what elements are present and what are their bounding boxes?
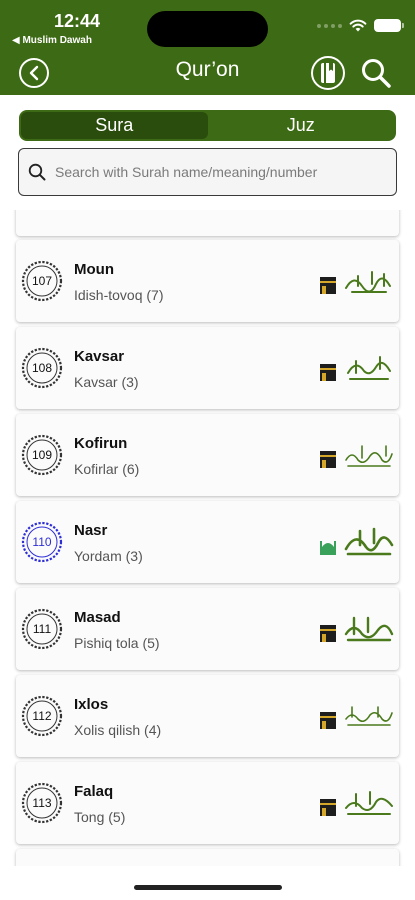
surah-name: Kavsar — [74, 348, 125, 365]
arabic-calligraphy-icon — [342, 525, 396, 559]
search-input[interactable]: Search with Surah name/meaning/number — [18, 148, 397, 196]
surah-name: Moun — [74, 261, 114, 278]
bookmark-button[interactable] — [311, 56, 345, 90]
surah-number-badge: 107 — [21, 260, 63, 302]
battery-icon — [374, 19, 404, 32]
back-to-app-link[interactable]: ◀ Muslim Dawah — [12, 35, 92, 46]
kaaba-icon — [320, 364, 336, 381]
surah-number-badge: 111 — [21, 608, 63, 650]
surah-name: Ixlos — [74, 696, 109, 713]
surah-row[interactable]: 112 Ixlos Xolis qilish (4) — [16, 675, 399, 757]
list-item-partial[interactable] — [16, 849, 399, 866]
mosque-icon — [320, 541, 336, 555]
surah-meaning: Pishiq tola (5) — [74, 635, 160, 651]
kaaba-icon — [320, 277, 336, 294]
page-title: Qur’on — [175, 58, 240, 81]
kaaba-icon — [320, 625, 336, 642]
surah-number: 113 — [32, 796, 52, 810]
search-field-icon — [27, 162, 47, 182]
surah-number: 107 — [31, 274, 53, 288]
surah-number: 112 — [32, 709, 52, 723]
surah-list[interactable]: 107 Moun Idish-tovoq (7) 108 Kavsar Kavs… — [0, 210, 415, 866]
arabic-calligraphy-icon — [342, 612, 396, 646]
sura-juz-tabs: Sura Juz — [19, 110, 396, 141]
surah-name: Masad — [74, 609, 121, 626]
tab-juz[interactable]: Juz — [208, 112, 395, 139]
status-indicators — [317, 19, 404, 32]
book-icon — [321, 63, 335, 83]
kaaba-icon — [320, 712, 336, 729]
surah-number: 111 — [32, 622, 52, 636]
surah-meaning: Idish-tovoq (7) — [74, 287, 164, 303]
search-button[interactable] — [359, 56, 393, 90]
surah-name: Kofirun — [74, 435, 128, 452]
arabic-calligraphy-icon — [342, 351, 396, 385]
arabic-calligraphy-icon — [342, 264, 396, 298]
surah-number: 108 — [31, 361, 53, 375]
arabic-calligraphy-icon — [342, 699, 396, 733]
arabic-calligraphy-icon — [342, 786, 396, 820]
kaaba-icon — [320, 799, 336, 816]
surah-meaning: Kofirlar (6) — [74, 461, 140, 477]
surah-number-badge: 108 — [21, 347, 63, 389]
surah-number-badge: 110 — [21, 521, 63, 563]
surah-number: 110 — [32, 535, 52, 549]
surah-number-badge: 109 — [21, 434, 63, 476]
surah-meaning: Kavsar (3) — [74, 374, 139, 390]
surah-row[interactable]: 113 Falaq Tong (5) — [16, 762, 399, 844]
surah-row[interactable]: 109 Kofirun Kofirlar (6) — [16, 414, 399, 496]
top-bar: 12:44 ◀ Muslim Dawah Qur’on — [0, 0, 415, 95]
arabic-calligraphy-icon — [342, 438, 396, 472]
search-placeholder: Search with Surah name/meaning/number — [55, 164, 318, 180]
surah-name: Nasr — [74, 522, 108, 539]
wifi-icon — [349, 19, 367, 32]
surah-number: 109 — [31, 448, 53, 462]
signal-icon — [317, 23, 342, 28]
surah-number-badge: 113 — [21, 782, 63, 824]
surah-row[interactable]: 107 Moun Idish-tovoq (7) — [16, 240, 399, 322]
surah-row[interactable]: 108 Kavsar Kavsar (3) — [16, 327, 399, 409]
surah-meaning: Tong (5) — [74, 809, 126, 825]
search-icon — [362, 59, 391, 88]
surah-row[interactable]: 110 Nasr Yordam (3) — [16, 501, 399, 583]
home-indicator[interactable] — [134, 885, 282, 890]
surah-number-badge: 112 — [21, 695, 63, 737]
tab-sura[interactable]: Sura — [21, 112, 208, 139]
surah-row[interactable]: 111 Masad Pishiq tola (5) — [16, 588, 399, 670]
surah-meaning: Yordam (3) — [74, 548, 143, 564]
list-item-partial[interactable] — [16, 210, 399, 236]
surah-meaning: Xolis qilish (4) — [74, 722, 162, 738]
surah-name: Falaq — [74, 783, 114, 800]
dynamic-island — [147, 11, 268, 47]
kaaba-icon — [320, 451, 336, 468]
status-time: 12:44 — [54, 11, 101, 31]
